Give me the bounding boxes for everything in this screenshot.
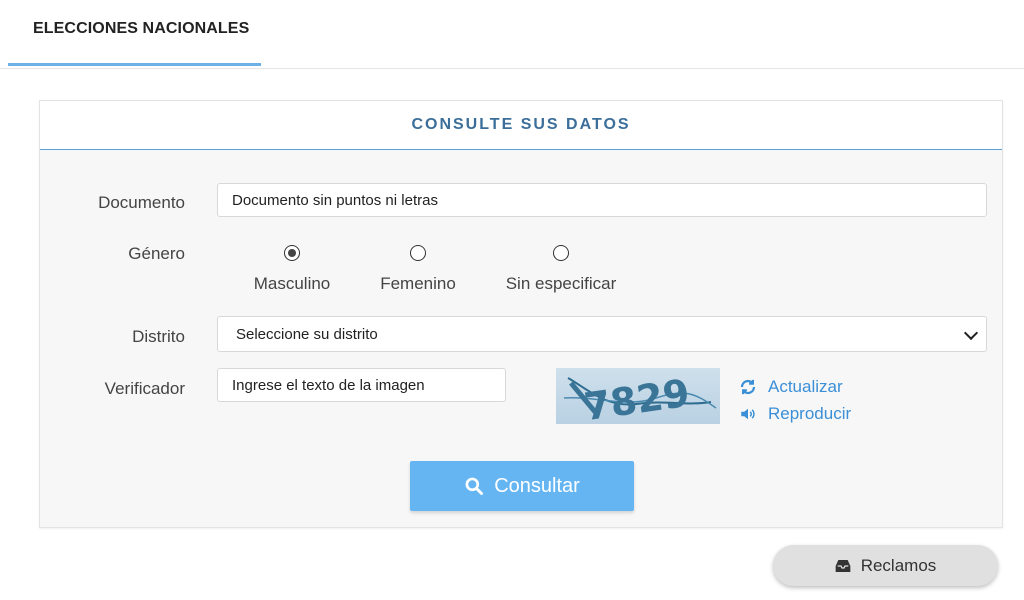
verificador-input[interactable]: Ingrese el texto de la imagen [217, 368, 506, 402]
tab-label: ELECCIONES NACIONALES [33, 20, 250, 37]
consultar-label: Consultar [494, 474, 580, 497]
radio-femenino-label[interactable]: Femenino [368, 274, 468, 294]
genero-label: Género [128, 244, 185, 263]
distrito-select[interactable]: Seleccione su distrito [217, 316, 987, 352]
inbox-icon [835, 559, 851, 573]
captcha-image: 7829 [556, 368, 720, 424]
distrito-selected-value: Seleccione su distrito [236, 325, 378, 343]
card-header: CONSULTE SUS DATOS [40, 101, 1002, 150]
refresh-label[interactable]: Actualizar [768, 377, 843, 397]
radio-sin-especificar-circle[interactable] [553, 245, 569, 261]
refresh-captcha-link[interactable]: Actualizar [738, 377, 843, 397]
speaker-icon [738, 405, 758, 423]
documento-label: Documento [98, 193, 185, 212]
consulta-card: CONSULTE SUS DATOS Documento Documento s… [39, 100, 1003, 528]
radio-femenino-circle[interactable] [410, 245, 426, 261]
distrito-label: Distrito [132, 327, 185, 346]
card-title: CONSULTE SUS DATOS [411, 116, 631, 133]
chevron-down-icon [963, 325, 979, 341]
consultar-button[interactable]: Consultar [410, 461, 634, 511]
verificador-label: Verificador [104, 379, 185, 398]
reclamos-label: Reclamos [860, 555, 937, 575]
radio-sin-especificar[interactable]: Sin especificar [496, 245, 626, 294]
tab-bar: ELECCIONES NACIONALES [0, 0, 1024, 69]
reclamos-button[interactable]: Reclamos [773, 545, 998, 586]
radio-sin-especificar-label[interactable]: Sin especificar [496, 274, 626, 294]
radio-masculino-label[interactable]: Masculino [242, 274, 342, 294]
tab-elecciones-nacionales[interactable]: ELECCIONES NACIONALES [8, 0, 261, 66]
radio-femenino[interactable]: Femenino [368, 245, 468, 294]
audio-captcha-link[interactable]: Reproducir [738, 404, 851, 424]
documento-input[interactable]: Documento sin puntos ni letras [217, 183, 987, 217]
documento-placeholder: Documento sin puntos ni letras [232, 191, 438, 209]
radio-masculino-circle[interactable] [284, 245, 300, 261]
refresh-icon [738, 378, 758, 396]
search-icon [464, 476, 484, 496]
verificador-placeholder: Ingrese el texto de la imagen [232, 376, 425, 394]
captcha-text: 7829 [581, 371, 692, 424]
radio-masculino[interactable]: Masculino [242, 245, 342, 294]
audio-label[interactable]: Reproducir [768, 404, 851, 424]
